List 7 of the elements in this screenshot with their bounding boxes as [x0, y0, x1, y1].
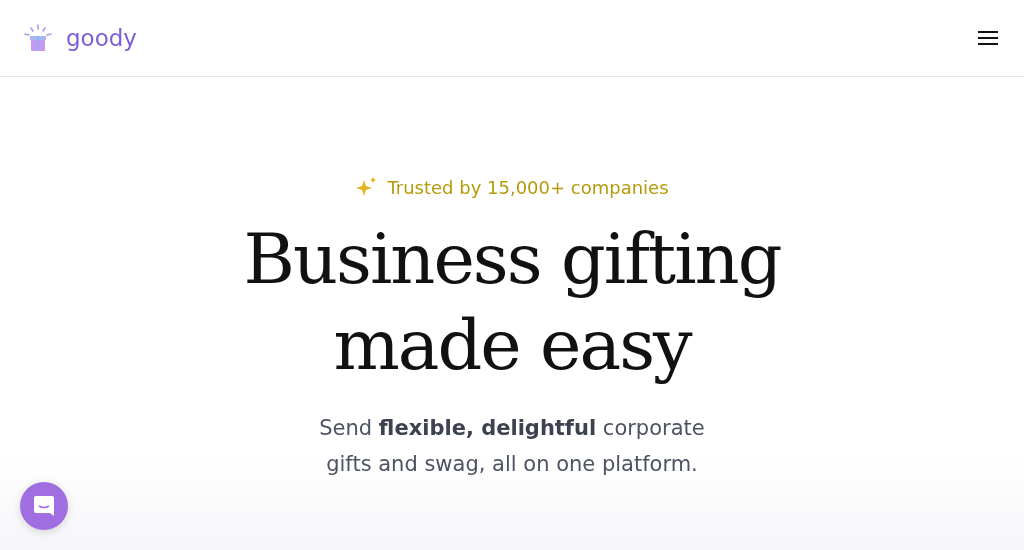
- subtitle: Send flexible, delightful corporate gifts and swag, all on one platform.: [318, 415, 706, 478]
- headline: Business gifting made easy: [243, 217, 781, 388]
- trust-badge-text: Trusted by 15,000+ companies: [387, 176, 669, 198]
- sparkle-icon: [355, 176, 378, 198]
- logo-text: goody: [66, 25, 137, 51]
- chat-bubble-icon: [33, 495, 55, 517]
- gift-logo-icon: [22, 24, 54, 52]
